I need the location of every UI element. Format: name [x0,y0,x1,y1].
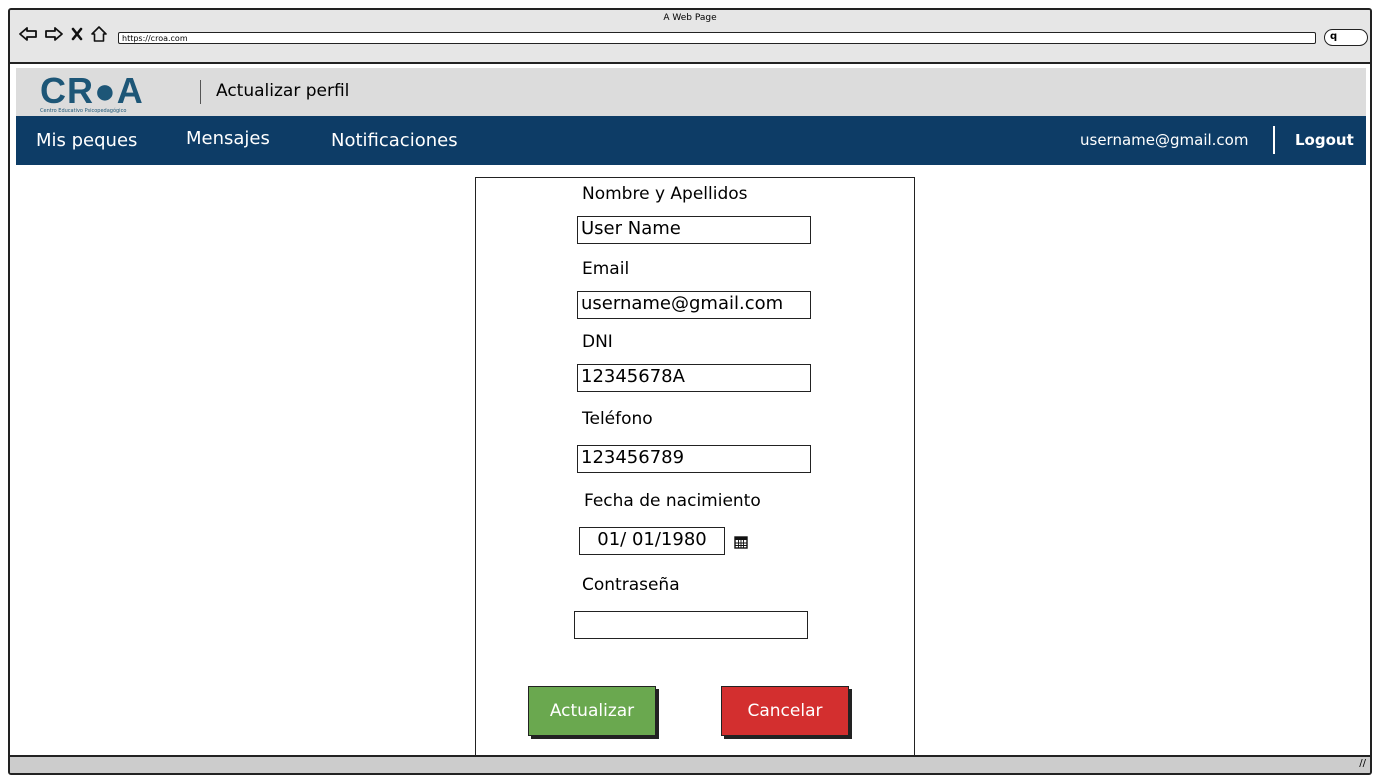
update-button[interactable]: Actualizar [528,686,656,736]
window-title: A Web Page [663,13,717,23]
browser-titlebar: A Web Page https://croa.com q [10,10,1370,64]
nav-notificaciones[interactable]: Notificaciones [331,130,458,151]
user-email[interactable]: username@gmail.com [1080,131,1248,149]
phone-label: Teléfono [582,409,653,429]
main-navbar: Mis peques Mensajes Notificaciones usern… [16,116,1366,165]
birthdate-label: Fecha de nacimiento [584,491,761,511]
email-input[interactable]: username@gmail.com [577,291,811,319]
birthdate-input[interactable]: 01/ 01/1980 [579,527,725,555]
search-icon[interactable]: q [1324,29,1368,46]
browser-window: A Web Page https://croa.com q CR●A Centr… [8,8,1372,775]
dni-label: DNI [582,332,613,352]
profile-form: Nombre y Apellidos User Name Email usern… [475,177,915,757]
croa-logo[interactable]: CR●A Centro Educativo Psicopedagógico [40,72,190,116]
name-input[interactable]: User Name [577,216,811,244]
search-glyph: q [1330,31,1338,42]
nav-mis-peques[interactable]: Mis peques [36,130,137,151]
calendar-icon[interactable] [734,535,748,549]
app-header: CR●A Centro Educativo Psicopedagógico Ac… [16,68,1366,116]
home-icon[interactable] [90,26,108,42]
nav-mensajes[interactable]: Mensajes [186,128,270,149]
name-label: Nombre y Apellidos [582,184,748,204]
password-input[interactable] [574,611,808,639]
page-title: Actualizar perfil [216,81,350,101]
cancel-button[interactable]: Cancelar [721,686,849,736]
header-divider [200,80,201,104]
logout-link[interactable]: Logout [1295,131,1354,149]
forward-arrow-icon[interactable] [44,26,64,42]
back-arrow-icon[interactable] [18,26,38,42]
email-label: Email [582,259,630,279]
phone-input[interactable]: 123456789 [577,445,811,473]
status-bar: // [10,755,1370,773]
nav-separator [1273,126,1275,154]
resize-grip-icon[interactable]: // [1359,758,1366,769]
logo-subtitle: Centro Educativo Psicopedagógico [40,108,127,114]
address-bar[interactable]: https://croa.com [118,32,1316,44]
close-icon[interactable] [70,26,84,42]
logo-text: CR●A [40,70,144,111]
browser-nav-controls [18,26,108,42]
dni-input[interactable]: 12345678A [577,364,811,392]
password-label: Contraseña [582,575,680,595]
